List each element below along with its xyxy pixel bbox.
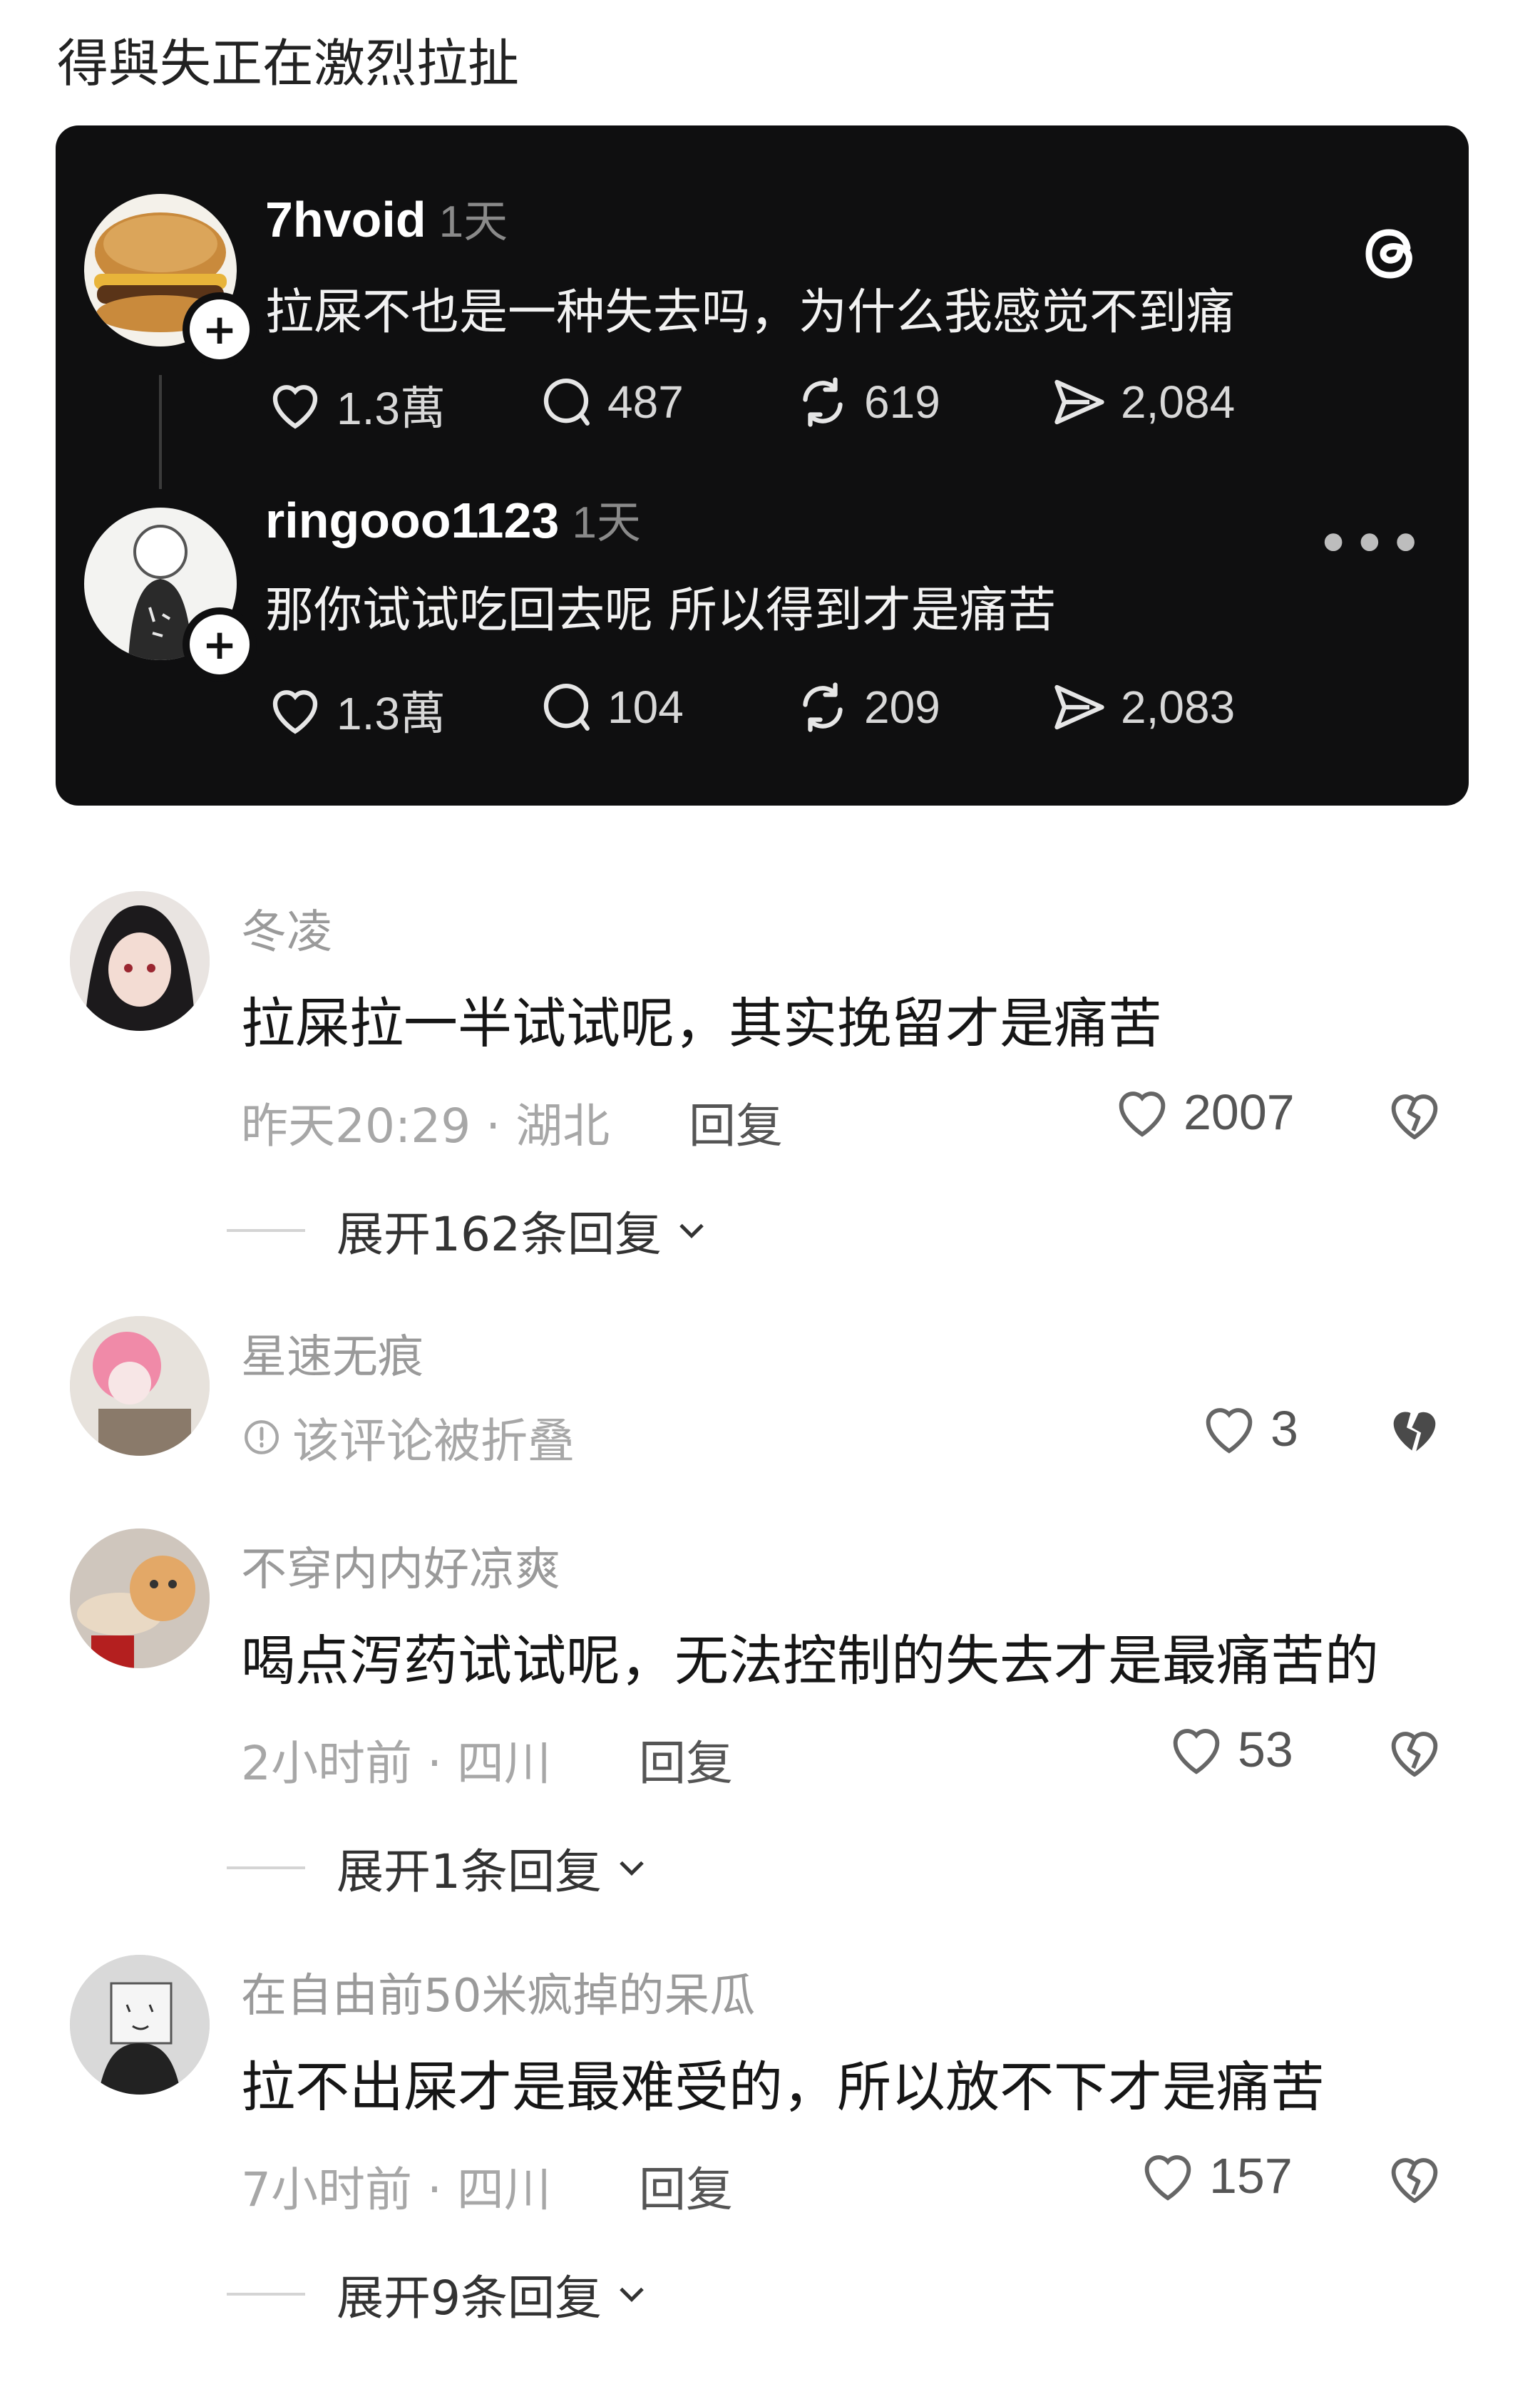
repost-icon [803, 377, 843, 427]
heart-icon [272, 385, 318, 429]
comment-time-location: 2小时前 · 四川 [241, 1736, 551, 1791]
follow-plus-button[interactable]: + [183, 607, 257, 682]
reply-button[interactable]: 回复 [639, 2152, 733, 2220]
expand-replies-label[interactable]: 展开9条回复 [337, 2260, 602, 2328]
heart-icon [1173, 1729, 1220, 1774]
comment-text: 拉屎拉一半试试呢，其实挽留才是痛苦 [241, 992, 1162, 1055]
broken-heart-icon[interactable] [1383, 2147, 1446, 2210]
reply-count: 487 [607, 376, 684, 428]
expand-replies-label[interactable]: 展开162条回复 [337, 1196, 662, 1265]
avatar[interactable] [70, 1528, 210, 1668]
repost-action[interactable]: 209 [793, 677, 940, 737]
send-icon [1054, 684, 1104, 730]
comment-text: 喝点泻药试试呢，无法控制的失去才是最痛苦的 [241, 1629, 1379, 1692]
send-icon [1054, 379, 1104, 425]
page-title: 得與失正在激烈拉扯 [57, 34, 520, 93]
like-action[interactable]: 1.3萬 [265, 677, 446, 743]
like-count: 157 [1209, 2148, 1293, 2204]
thread-stats: 1.3萬 104 209 2,083 [265, 677, 1335, 741]
comment-author[interactable]: 冬凌 [241, 895, 332, 961]
divider [227, 1866, 305, 1869]
post-time: 1天 [572, 498, 641, 548]
thread-username[interactable]: ringooo1123 1天 [265, 486, 641, 550]
avatar[interactable] [70, 891, 210, 1031]
expand-replies[interactable]: 展开9条回复 [227, 2260, 653, 2328]
thread-text: 那你试试吃回去呢 所以得到才是痛苦 [265, 582, 1057, 639]
more-options-button[interactable]: ••• [1318, 515, 1426, 573]
thread-username[interactable]: 7hvoid 1天 [265, 185, 508, 250]
heart-icon [272, 690, 318, 734]
heart-icon [1119, 1091, 1166, 1137]
folded-notice[interactable]: 该评论被折叠 [241, 1403, 575, 1471]
username-text[interactable]: ringooo1123 [265, 493, 559, 548]
avatar[interactable] [70, 1316, 210, 1456]
share-count: 2,084 [1121, 376, 1236, 428]
repost-count: 619 [864, 376, 940, 428]
comment-like-button[interactable]: 53 [1165, 1718, 1293, 1781]
reply-action[interactable]: 104 [536, 677, 684, 737]
expand-replies[interactable]: 展开1条回复 [227, 1834, 653, 1902]
chevron-down-icon [679, 1223, 704, 1239]
folded-text: 该评论被折叠 [292, 1414, 575, 1469]
like-count: 1.3萬 [337, 383, 446, 434]
repost-count: 209 [864, 682, 940, 733]
like-count: 53 [1238, 1722, 1293, 1777]
chevron-down-icon [620, 2287, 644, 2303]
divider [227, 1229, 305, 1232]
like-count: 2007 [1184, 1084, 1295, 1140]
share-action[interactable]: 2,084 [1049, 372, 1235, 432]
username-text[interactable]: 7hvoid [265, 192, 426, 247]
follow-plus-button[interactable]: + [183, 292, 257, 366]
post-time: 1天 [438, 197, 508, 247]
threads-logo-icon [1365, 229, 1412, 279]
reply-action[interactable]: 487 [536, 372, 684, 432]
heart-icon [1206, 1408, 1253, 1454]
thread-post[interactable]: + 7hvoid 1天 拉屎不也是一种失去吗，为什么我感觉不到痛 1.3萬 487… [56, 165, 1469, 486]
share-action[interactable]: 2,083 [1049, 677, 1235, 737]
comment-bubble-icon [543, 379, 590, 426]
comment-bubble-icon [543, 684, 590, 731]
comment-time-location: 昨天20:29 · 湖北 [241, 1099, 610, 1154]
comment-text: 拉不出屎才是最难受的，所以放不下才是痛苦 [241, 2055, 1325, 2119]
like-action[interactable]: 1.3萬 [265, 372, 446, 438]
share-count: 2,083 [1121, 682, 1236, 733]
like-count: 3 [1270, 1401, 1298, 1456]
info-icon [245, 1420, 279, 1454]
divider [227, 2293, 305, 2296]
like-count: 1.3萬 [337, 688, 446, 739]
broken-heart-filled-icon[interactable] [1383, 1399, 1446, 1461]
broken-heart-icon[interactable] [1383, 1721, 1446, 1784]
expand-replies-label[interactable]: 展开1条回复 [337, 1834, 602, 1902]
threads-card: + 7hvoid 1天 拉屎不也是一种失去吗，为什么我感觉不到痛 1.3萬 487… [56, 125, 1469, 806]
comment-time-location: 7小时前 · 四川 [241, 2162, 551, 2217]
reply-button[interactable]: 回复 [689, 1088, 783, 1156]
broken-heart-icon[interactable] [1383, 1084, 1446, 1146]
avatar[interactable] [70, 1955, 210, 2095]
repost-action[interactable]: 619 [793, 372, 940, 432]
reply-count: 104 [607, 682, 684, 733]
reply-button[interactable]: 回复 [639, 1725, 733, 1794]
comment-author[interactable]: 不穿内内好凉爽 [241, 1533, 560, 1598]
chevron-down-icon [620, 1861, 644, 1876]
comment-author[interactable]: 在自由前50米疯掉的呆瓜 [241, 1959, 755, 2025]
expand-replies[interactable]: 展开162条回复 [227, 1196, 713, 1265]
comment-author[interactable]: 星速无痕 [241, 1320, 423, 1386]
comment-like-button[interactable]: 2007 [1111, 1081, 1295, 1144]
comment-like-button[interactable]: 3 [1198, 1397, 1298, 1460]
thread-text: 拉屎不也是一种失去吗，为什么我感觉不到痛 [265, 284, 1236, 341]
comment-like-button[interactable]: 157 [1136, 2144, 1293, 2207]
thread-post[interactable]: + ringooo1123 1天 ••• 那你试试吃回去呢 所以得到才是痛苦 1.… [56, 486, 1469, 806]
heart-icon [1144, 2155, 1191, 2201]
thread-stats: 1.3萬 487 619 2,084 [265, 372, 1335, 436]
repost-icon [803, 682, 843, 732]
